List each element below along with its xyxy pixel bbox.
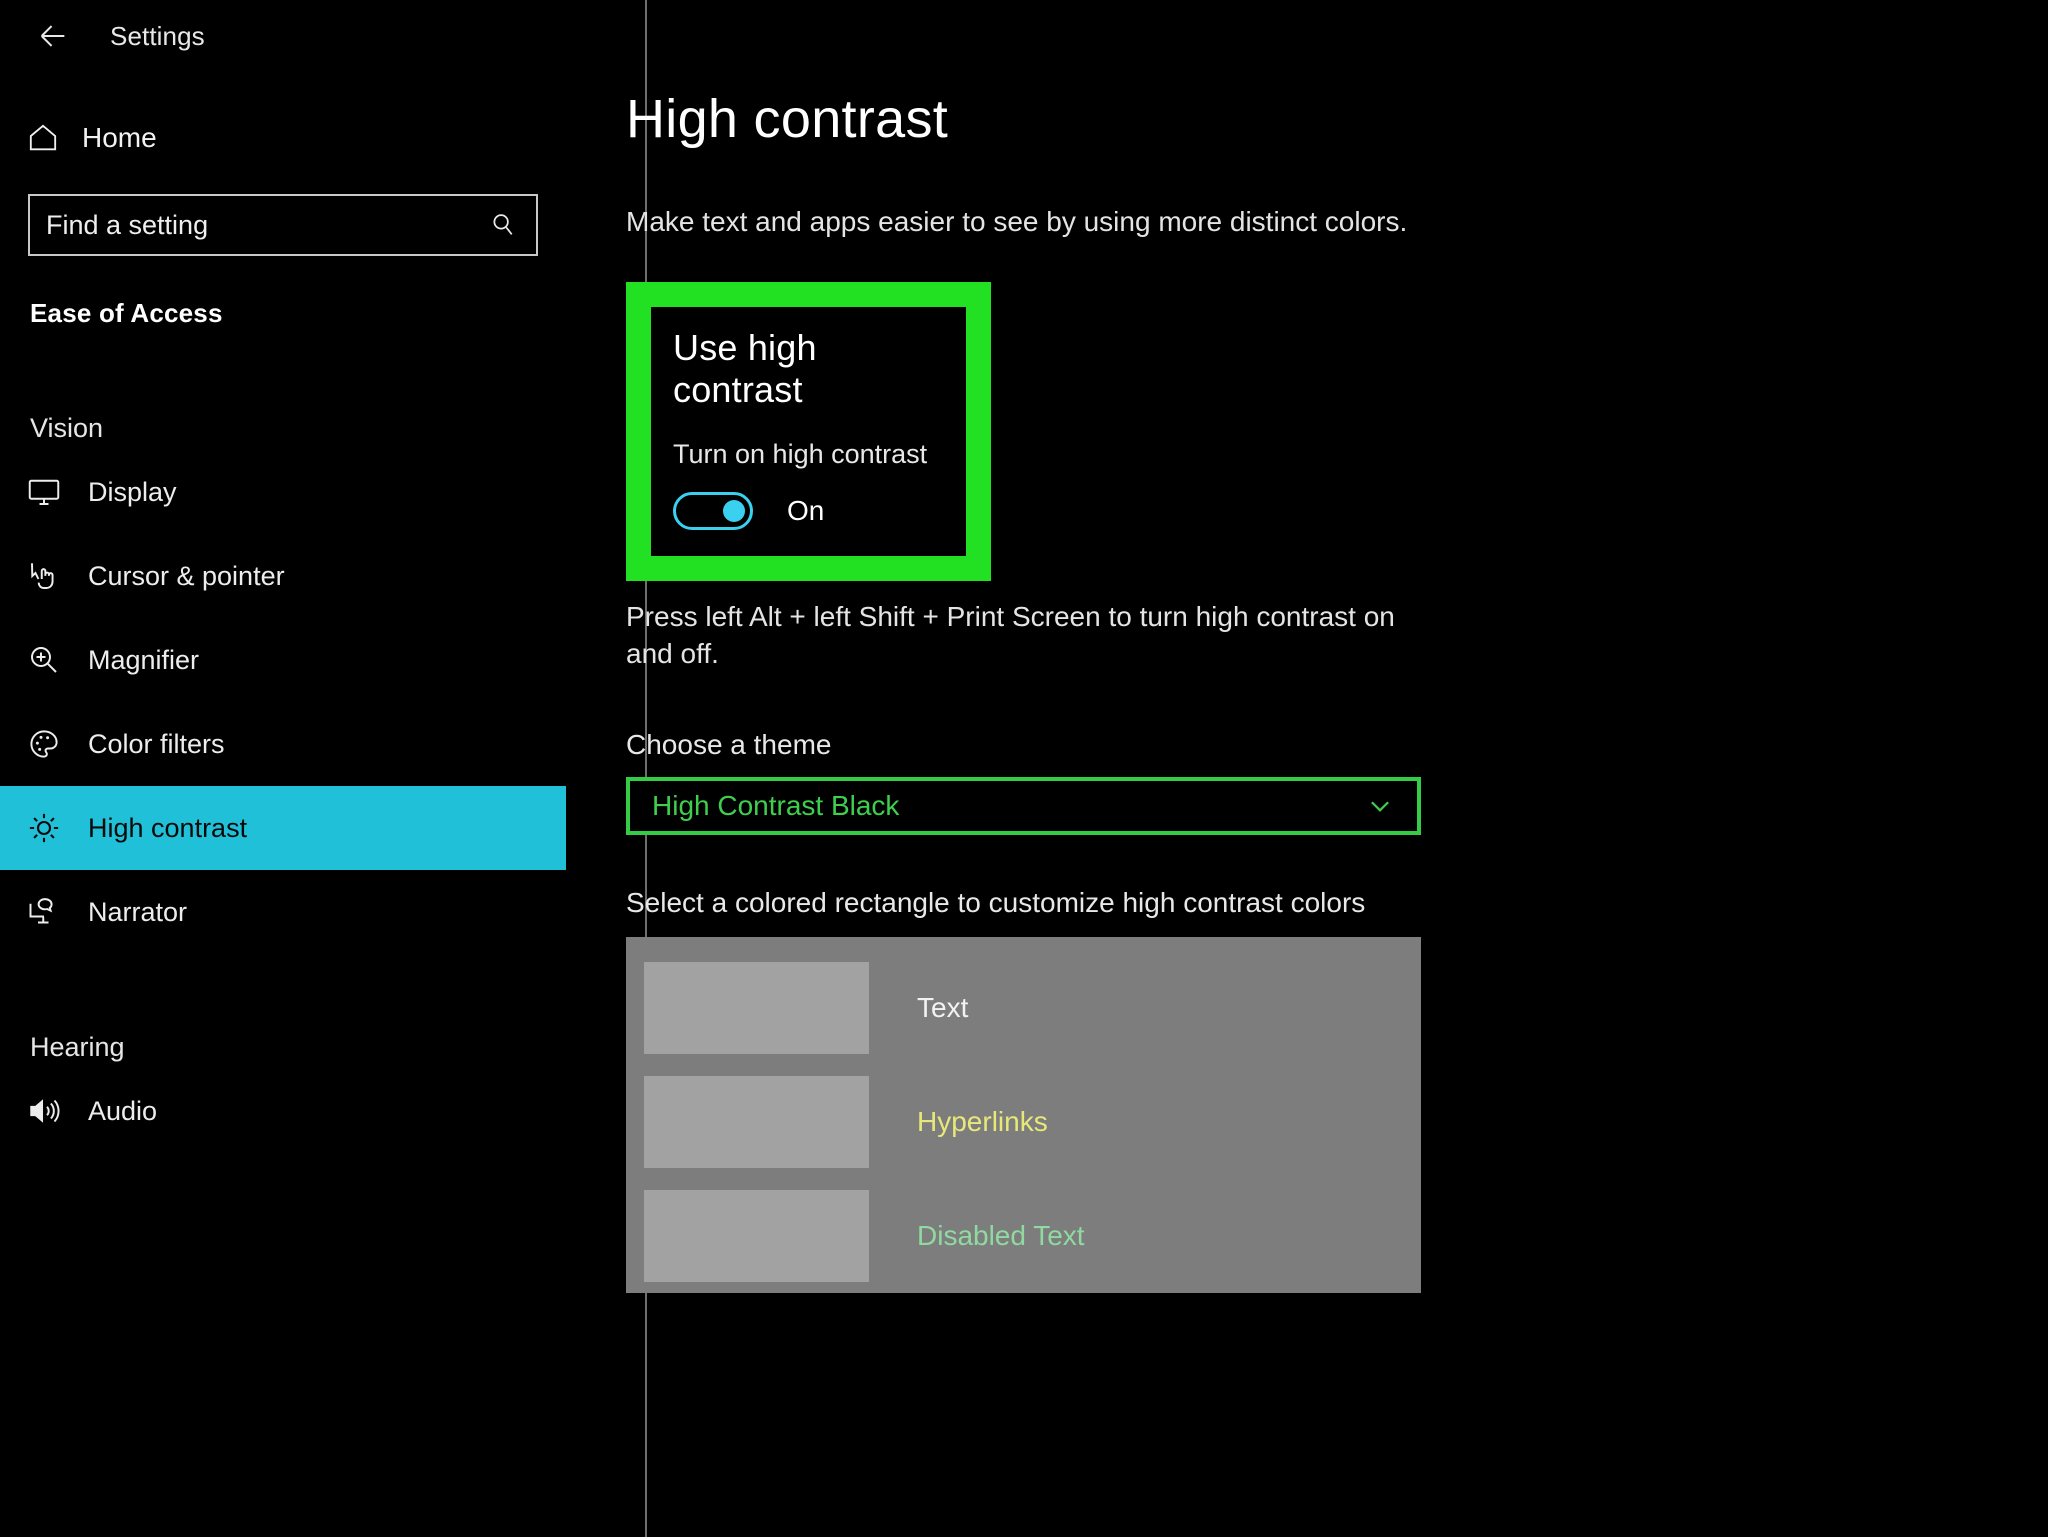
brightness-icon (26, 810, 82, 846)
sidebar-item-narrator-label: Narrator (88, 896, 188, 927)
narrator-icon (26, 894, 82, 930)
sidebar-group-hearing: Hearing (30, 1032, 125, 1062)
sidebar-item-color-filters[interactable]: Color filters (0, 702, 566, 786)
sidebar-item-home-label: Home (82, 122, 157, 153)
cursor-pointer-icon (26, 558, 82, 594)
search-icon[interactable] (488, 210, 536, 240)
color-swatch-hyperlinks[interactable] (644, 1075, 869, 1168)
main-content: High contrast Make text and apps easier … (566, 0, 2048, 1537)
color-customize-hint: Select a colored rectangle to customize … (626, 886, 1366, 918)
sidebar-item-high-contrast-label: High contrast (88, 812, 248, 843)
sidebar-item-magnifier-label: Magnifier (88, 644, 200, 675)
toggle-caption: Turn on high contrast (673, 439, 928, 469)
search-input[interactable] (30, 196, 488, 254)
toggle-state-label: On (787, 495, 825, 526)
speaker-icon (26, 1093, 82, 1129)
page-description: Make text and apps easier to see by usin… (626, 206, 1408, 237)
monitor-icon (26, 474, 82, 510)
color-swatch-disabled-text[interactable] (644, 1189, 869, 1282)
search-box[interactable] (28, 194, 538, 256)
sidebar-item-audio-label: Audio (88, 1095, 158, 1126)
sidebar: Settings Home Ease of Access Visi (0, 0, 566, 1537)
keyboard-shortcut-text: Press left Alt + left Shift + Print Scre… (626, 601, 1395, 669)
swatch-row-hyperlinks: Hyperlinks (644, 1065, 1421, 1179)
use-high-contrast-callout: Use high contrast Turn on high contrast … (626, 282, 991, 581)
sidebar-item-high-contrast[interactable]: High contrast (0, 786, 566, 870)
sidebar-item-home[interactable]: Home (0, 108, 566, 168)
callout-heading: Use high contrast (673, 327, 817, 410)
swatch-row-disabled-text: Disabled Text (644, 1179, 1421, 1293)
sidebar-item-cursor-pointer-label: Cursor & pointer (88, 560, 285, 591)
sidebar-item-narrator[interactable]: Narrator (0, 870, 566, 954)
settings-window: Settings Home Ease of Access Visi (0, 0, 2048, 1537)
back-button[interactable] (22, 10, 84, 62)
sidebar-section-title: Ease of Access (30, 298, 223, 328)
color-swatch-panel: Text Hyperlinks Disabled Text (626, 936, 1421, 1293)
sidebar-item-cursor-pointer[interactable]: Cursor & pointer (0, 534, 566, 618)
swatch-row-text: Text (644, 951, 1421, 1065)
page-title: High contrast (626, 89, 949, 149)
theme-label: Choose a theme (626, 728, 832, 760)
theme-selected-value: High Contrast Black (652, 789, 900, 821)
toggle-knob (723, 500, 745, 522)
high-contrast-toggle[interactable] (673, 492, 753, 530)
palette-icon (26, 726, 82, 762)
swatch-label-disabled-text: Disabled Text (917, 1219, 1085, 1251)
back-arrow-icon (40, 25, 65, 47)
sidebar-item-display-label: Display (88, 476, 177, 507)
sidebar-item-magnifier[interactable]: Magnifier (0, 618, 566, 702)
search-container (0, 194, 566, 256)
window-title: Settings (110, 20, 205, 51)
swatch-label-text: Text (917, 991, 969, 1023)
home-icon (26, 121, 78, 155)
high-contrast-toggle-row: On (673, 492, 944, 530)
sidebar-item-display[interactable]: Display (0, 450, 566, 534)
magnifier-icon (26, 642, 82, 678)
chevron-down-icon[interactable] (1365, 791, 1399, 821)
color-swatch-text[interactable] (644, 961, 869, 1054)
sidebar-titlebar: Settings (0, 0, 566, 72)
sidebar-group-vision: Vision (30, 413, 104, 443)
theme-dropdown[interactable]: High Contrast Black (626, 776, 1421, 835)
sidebar-item-color-filters-label: Color filters (88, 728, 225, 759)
swatch-label-hyperlinks: Hyperlinks (917, 1105, 1048, 1137)
sidebar-item-audio[interactable]: Audio (0, 1069, 566, 1153)
